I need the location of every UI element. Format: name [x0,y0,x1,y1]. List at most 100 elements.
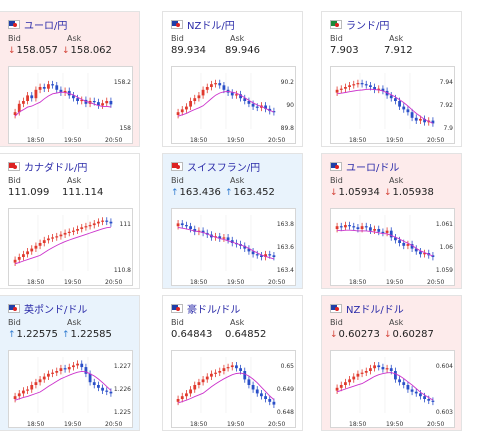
rate-card[interactable]: カナダドル/円 Bid Ask 111.099 111.114 111 110.8 18:50… [0,153,140,289]
pair-title[interactable]: ランド/円 [346,17,389,32]
x-tick-label: 20:50 [105,421,123,428]
candle-body [255,106,259,108]
mini-chart[interactable]: 90.2 90 89.8 18:50 19:50 20:50 [171,66,296,144]
mini-chart[interactable]: 1.227 1.226 1.225 18:50 19:50 20:50 [8,350,133,428]
candle-body [101,387,104,391]
y-tick-label: 163.8 [276,221,294,228]
x-tick-label: 20:50 [427,279,445,286]
y-tick-label: 163.4 [276,267,294,274]
candle-body [222,237,226,239]
candle-body [230,92,234,96]
candle-body [76,363,79,366]
candle-body [431,400,435,402]
candle-body [47,373,50,377]
candle-body [373,365,376,369]
candle-body [344,225,347,228]
currency-flag-icon [330,303,342,313]
y-tick-label: 1.061 [435,221,453,228]
ask-value: ↓158.062 [62,45,112,56]
arrow-down-icon: ↓ [330,188,338,198]
y-tick-label: 1.06 [439,244,453,251]
candle-body [243,371,247,380]
mini-chart[interactable]: 158.2 158 18:50 19:50 20:50 [8,66,133,144]
mini-chart[interactable]: 163.8 163.6 163.4 18:50 19:50 20:50 [171,208,296,286]
rate-card[interactable]: NZドル/円 Bid Ask 89.934 89.946 90.2 90 89.8 18:50 1… [162,11,303,147]
candle-body [398,101,401,107]
pair-title[interactable]: スイスフラン/円 [187,159,260,174]
candle-body [76,98,79,101]
candle-body [251,103,255,107]
ask-value: 0.64852 [225,329,267,340]
pair-title[interactable]: ユーロ/円 [24,17,67,32]
candle-body [13,259,17,263]
candle-body [423,396,426,399]
pair-title[interactable]: 英ポンド/ドル [24,301,87,316]
candle-body [42,87,46,89]
y-tick-label: 163.6 [276,244,294,251]
bid-value: ↑163.436 [171,187,221,198]
bid-label: Bid [8,318,21,327]
ask-label: Ask [230,34,245,43]
candle-body [398,240,401,243]
ask-value: ↑1.22585 [62,329,112,340]
candle-body [26,95,29,101]
rate-card[interactable]: スイスフラン/円 Bid Ask ↑163.436 ↑163.452 163.8 163.6… [162,153,303,289]
pair-title[interactable]: カナダドル/円 [24,159,87,174]
candle-body [205,87,209,90]
candle-body [348,225,351,227]
candle-body [352,226,356,228]
candle-body [377,229,381,232]
x-tick-label: 19:50 [386,279,404,286]
mini-chart[interactable]: 0.65 0.649 0.648 18:50 19:50 20:50 [171,350,296,428]
pair-title[interactable]: 豪ドル/ドル [187,301,240,316]
candle-body [402,106,406,110]
candle-body [189,226,192,229]
candle-body [176,399,180,402]
arrow-up-icon: ↑ [171,188,179,198]
candle-body [42,240,46,243]
candle-body [185,393,188,397]
candle-body [394,98,397,101]
candle-body [222,85,226,90]
rate-card[interactable]: 豪ドル/ドル Bid Ask 0.64843 0.64852 0.65 0.649 0.648… [162,295,303,431]
candle-body [51,84,54,86]
candle-body [189,101,192,107]
candle-body [264,396,267,399]
currency-flag-icon [8,161,20,171]
candle-body [22,254,25,257]
bid-label: Bid [8,34,21,43]
candle-body [419,251,422,255]
pair-title[interactable]: ユーロ/ドル [346,159,399,174]
y-tick-label: 158.2 [113,79,131,86]
candle-body [105,101,109,104]
bid-label: Bid [330,318,343,327]
pair-title[interactable]: NZドル/ドル [346,301,404,316]
candle-body [17,257,21,260]
currency-flag-icon [171,161,183,171]
candle-body [226,237,230,241]
pair-title[interactable]: NZドル/円 [187,17,235,32]
x-tick-label: 19:50 [227,421,245,428]
candle-body [92,223,96,226]
candle-body [34,245,38,249]
mini-chart[interactable]: 111 110.8 18:50 19:50 20:50 [8,208,133,286]
candle-body [67,367,71,370]
candle-body [364,226,368,228]
candle-body [226,367,230,369]
mini-chart[interactable]: 1.061 1.06 1.059 18:50 19:50 20:50 [330,208,455,286]
mini-chart[interactable]: 7.94 7.92 7.9 18:50 19:50 20:50 [330,66,455,144]
rate-card[interactable]: ユーロ/円 Bid Ask ↓158.057 ↓158.062 158.2 158 18:50… [0,11,140,147]
bid-value: 0.64843 [171,329,213,340]
mini-chart[interactable]: 0.604 0.603 18:50 19:50 20:50 [330,350,455,428]
y-tick-label: 7.92 [439,102,453,109]
bid-label: Bid [171,176,184,185]
candle-body [402,382,406,385]
candle-body [414,391,418,394]
currency-flag-icon [330,161,342,171]
rate-card[interactable]: NZドル/ドル Bid Ask ↓0.60273 ↓0.60287 0.604 0.603 1… [321,295,462,431]
rate-card[interactable]: ランド/円 Bid Ask 7.903 7.912 7.94 7.92 7.9 18:50 19:… [321,11,462,147]
rate-card[interactable]: ユーロ/ドル Bid Ask ↓1.05934 ↓1.05938 1.061 1.06 1.0… [321,153,462,289]
rate-card[interactable]: 英ポンド/ドル Bid Ask ↑1.22575 ↑1.22585 1.227 1.226 1… [0,295,140,431]
candle-body [398,379,401,383]
candle-body [63,368,67,370]
